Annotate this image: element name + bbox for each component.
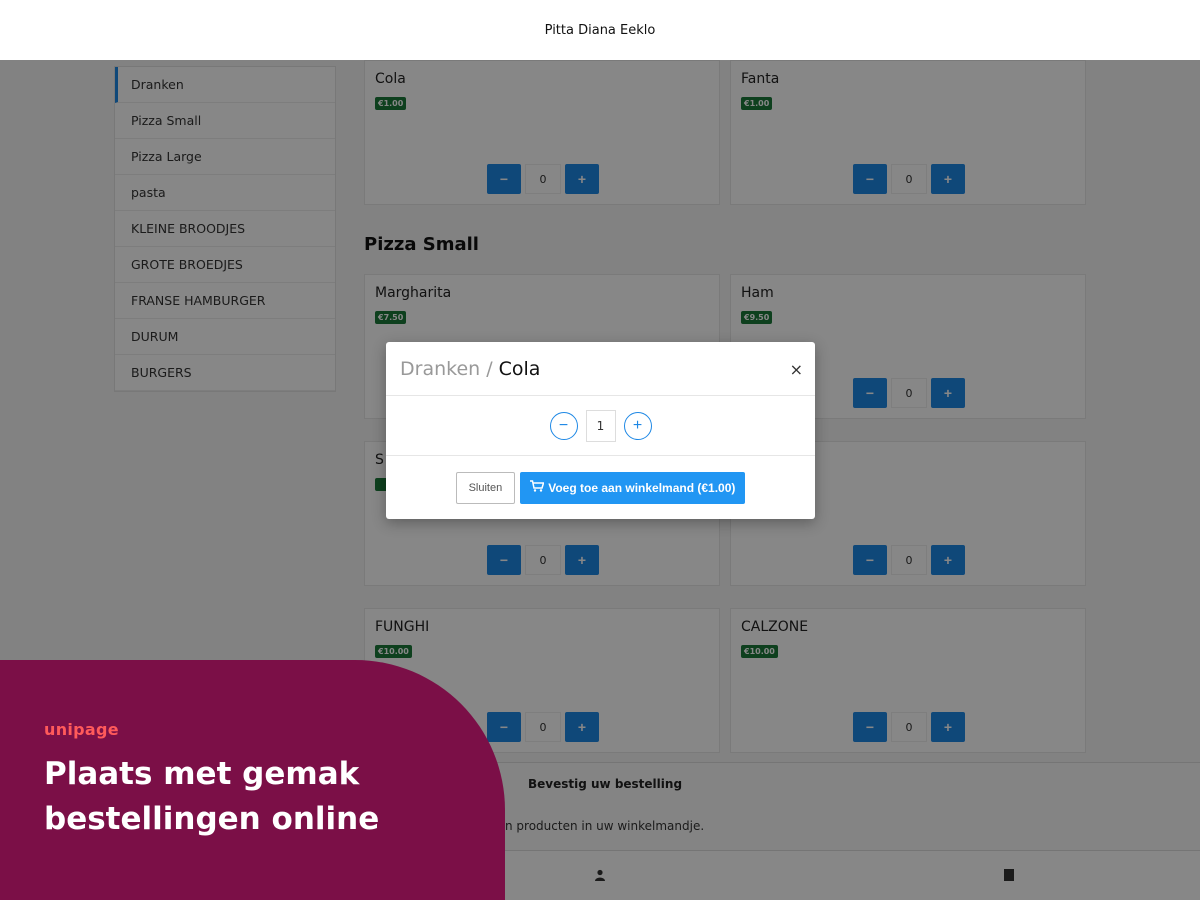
- modal-footer: Sluiten Voeg toe aan winkelmand (€1.00): [386, 456, 815, 519]
- promo-headline: Plaats met gemak bestellingen online: [44, 756, 380, 837]
- cart-icon: [530, 480, 545, 495]
- promo-banner: unipage Plaats met gemak bestellingen on…: [0, 660, 505, 900]
- decrease-quantity-button[interactable]: −: [549, 411, 578, 440]
- brand-logo: unipage: [44, 720, 119, 739]
- modal-header: Dranken / Cola: [386, 342, 815, 396]
- breadcrumb-current: Cola: [498, 357, 541, 380]
- add-to-cart-label: Voeg toe aan winkelmand (€1.00): [548, 480, 736, 495]
- breadcrumb-parent: Dranken: [400, 357, 481, 380]
- app-header: Pitta Diana Eeklo: [0, 0, 1200, 60]
- add-to-cart-modal: Dranken / Cola × − 1 + Sluiten Voeg toe …: [386, 342, 815, 519]
- close-icon[interactable]: ×: [790, 360, 803, 379]
- quantity-input[interactable]: 1: [585, 409, 616, 442]
- increase-quantity-button[interactable]: +: [623, 411, 652, 440]
- page-title: Pitta Diana Eeklo: [544, 22, 656, 38]
- close-button[interactable]: Sluiten: [455, 471, 516, 504]
- add-to-cart-button[interactable]: Voeg toe aan winkelmand (€1.00): [520, 471, 746, 504]
- breadcrumb-separator: /: [486, 357, 493, 380]
- modal-quantity-stepper: − 1 +: [386, 396, 815, 456]
